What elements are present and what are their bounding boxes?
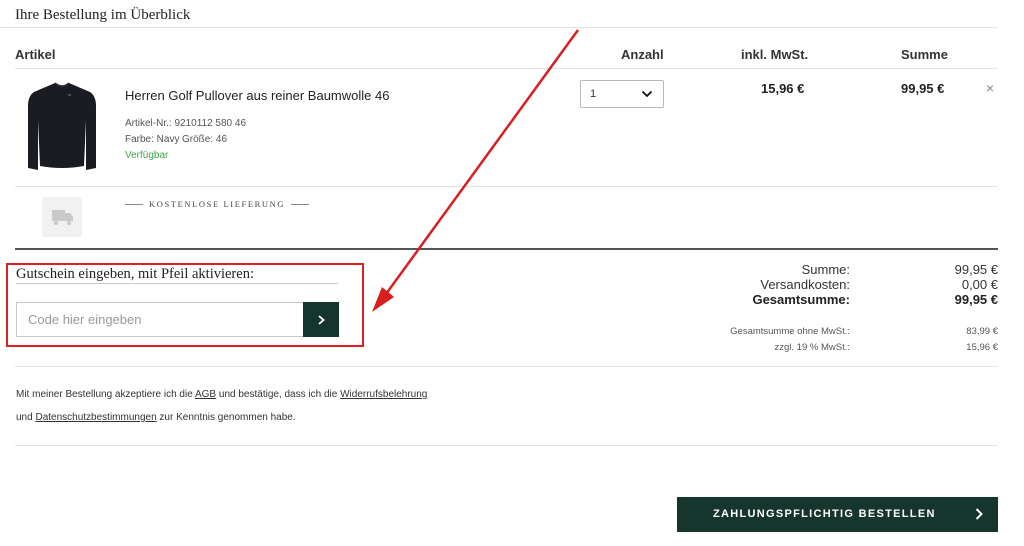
legal-text: Mit meiner Bestellung akzeptiere ich die <box>16 389 195 400</box>
shipping-value: 0,00 € <box>961 277 998 292</box>
subtotal-value: 99,95 € <box>954 262 998 277</box>
place-order-label: ZAHLUNGSPFLICHTIG BESTELLEN <box>713 508 936 520</box>
product-size: Größe: 46 <box>182 134 228 145</box>
legal-line-1: Mit meiner Bestellung akzeptiere ich die… <box>16 389 427 400</box>
header-divider <box>15 68 998 69</box>
column-header-sum: Summe <box>901 47 948 62</box>
legal-line-2: und Datenschutzbestimmungen zur Kenntnis… <box>16 412 296 423</box>
column-header-article: Artikel <box>15 47 56 62</box>
voucher-code-input[interactable] <box>16 302 304 337</box>
delivery-info: KOSTENLOSE LIEFERUNG <box>125 199 310 209</box>
column-header-vat: inkl. MwSt. <box>741 47 809 62</box>
close-icon[interactable]: × <box>986 80 994 96</box>
legal-divider <box>15 445 998 446</box>
tax-value: 15,96 € <box>966 342 998 353</box>
quantity-select[interactable]: 1 <box>580 80 664 108</box>
withdrawal-link[interactable]: Widerrufsbelehrung <box>340 389 427 400</box>
legal-text: zur Kenntnis genommen habe. <box>156 412 296 423</box>
subtotal-label: Summe: <box>801 262 850 277</box>
voucher-submit-button[interactable] <box>303 302 339 337</box>
chevron-right-icon <box>975 508 983 520</box>
article-number: Artikel-Nr.: 9210112 580 46 <box>125 118 247 129</box>
agb-link[interactable]: AGB <box>195 389 216 400</box>
item-vat-amount: 15,96 € <box>761 81 805 96</box>
page-title: Ihre Bestellung im Überblick <box>15 7 191 23</box>
legal-text: und <box>16 412 36 423</box>
product-name[interactable]: Herren Golf Pullover aus reiner Baumwoll… <box>125 88 389 103</box>
chevron-right-icon <box>318 314 325 325</box>
voucher-title: Gutschein eingeben, mit Pfeil aktivieren… <box>16 266 254 282</box>
item-total: 99,95 € <box>901 81 945 96</box>
dash-right <box>291 203 310 205</box>
totals-divider <box>15 366 998 367</box>
product-image[interactable] <box>22 80 102 174</box>
column-header-quantity: Anzahl <box>621 47 664 62</box>
privacy-link[interactable]: Datenschutzbestimmungen <box>35 412 156 423</box>
chevron-down-icon <box>641 90 653 98</box>
grand-total-value: 99,95 € <box>954 292 998 307</box>
dash-left <box>125 203 143 205</box>
truck-icon <box>42 197 82 237</box>
tax-label: zzgl. 19 % MwSt.: <box>774 342 851 353</box>
quantity-value: 1 <box>590 88 597 100</box>
net-total-label: Gesamtsumme ohne MwSt.: <box>730 326 850 337</box>
shipping-label: Versandkosten: <box>760 277 850 292</box>
item-divider <box>15 186 998 187</box>
voucher-title-underline <box>16 283 338 284</box>
net-total-value: 83,99 € <box>966 326 998 337</box>
delivery-label: KOSTENLOSE LIEFERUNG <box>149 199 286 209</box>
legal-text: und bestätige, dass ich die <box>216 389 341 400</box>
product-color: Farbe: Navy <box>125 134 180 145</box>
availability-status: Verfügbar <box>125 150 169 161</box>
summary-divider <box>15 248 998 250</box>
place-order-button[interactable]: ZAHLUNGSPFLICHTIG BESTELLEN <box>677 497 998 532</box>
grand-total-label: Gesamtsumme: <box>752 292 850 307</box>
title-divider <box>0 27 998 28</box>
